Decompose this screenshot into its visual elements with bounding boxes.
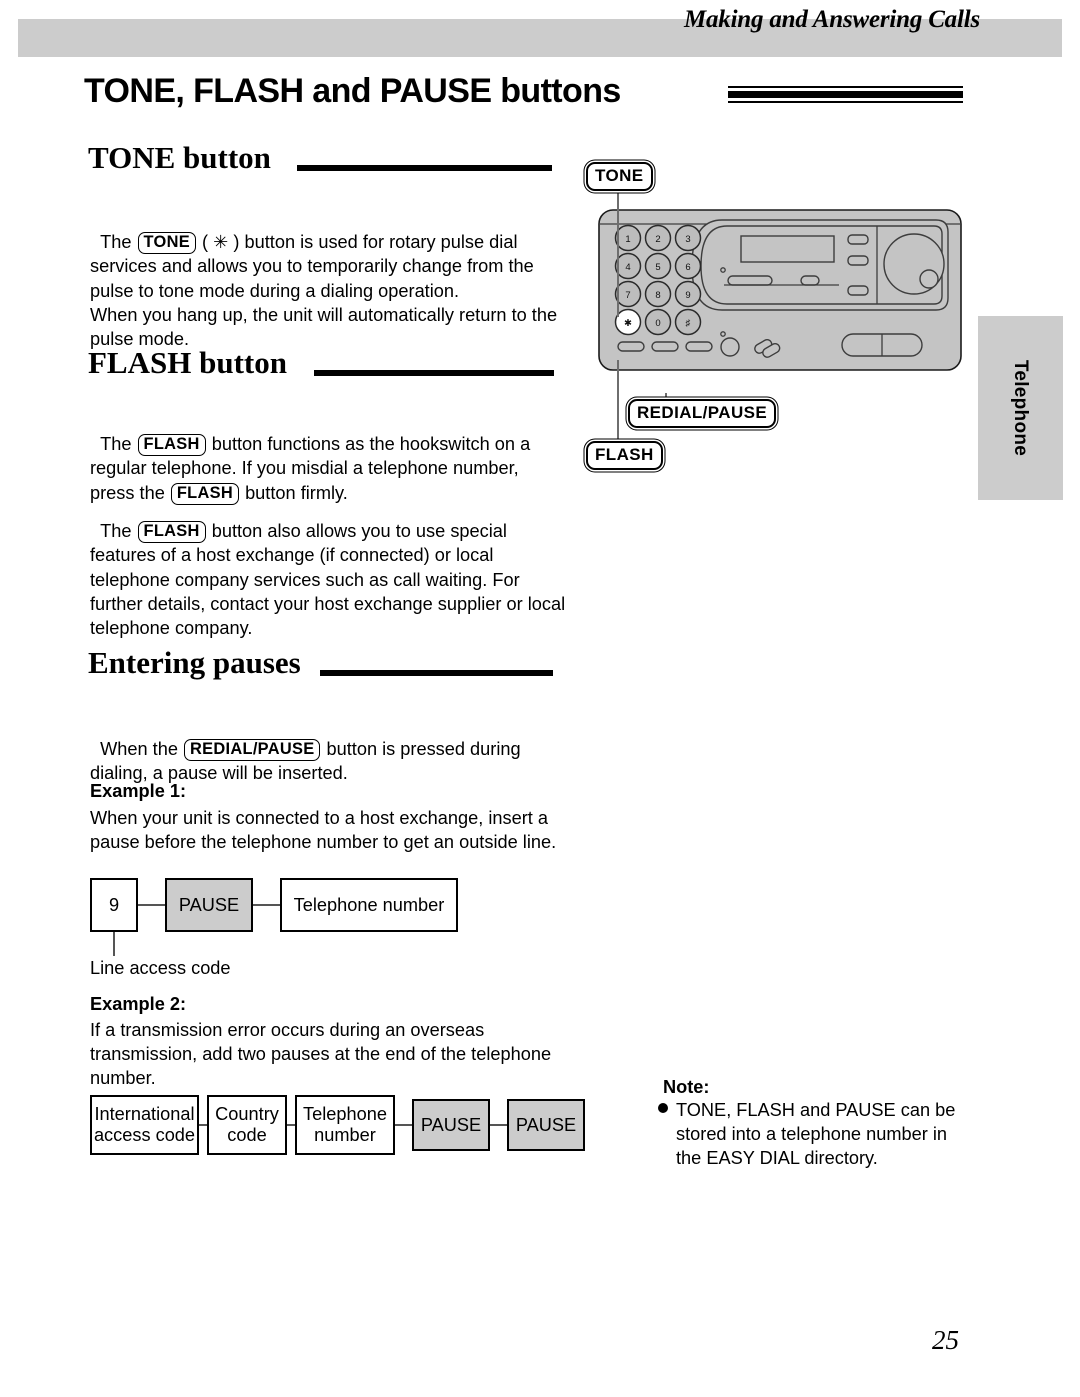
example-1-label: Example 1: xyxy=(90,781,187,801)
text-run: When the xyxy=(100,739,184,760)
svg-text:5: 5 xyxy=(655,262,660,273)
svg-text:4: 4 xyxy=(625,262,630,273)
keycap-tone: TONE xyxy=(137,232,196,255)
note-text: TONE, FLASH and PAUSE can be stored into… xyxy=(676,1100,961,1169)
paragraph-flash-2: The FLASH button also allows you to use … xyxy=(90,495,570,640)
svg-text:9: 9 xyxy=(685,290,690,301)
side-index-tab-label: Telephone xyxy=(1010,359,1032,457)
text-run: The xyxy=(100,434,137,455)
section-rule-tone xyxy=(297,165,552,171)
flow-connector xyxy=(138,904,165,906)
section-rule-flash xyxy=(314,370,554,376)
callout-flash: FLASH xyxy=(586,441,663,470)
flow-connector xyxy=(395,1124,412,1126)
flow-box: Country code xyxy=(207,1095,287,1155)
section-heading-flash: FLASH button xyxy=(88,345,287,380)
flow-box: International access code xyxy=(90,1095,199,1155)
callout-redial-pause: REDIAL/PAUSE xyxy=(628,399,777,428)
flow-connector xyxy=(490,1124,507,1126)
keycap-flash: FLASH xyxy=(137,434,206,457)
svg-text:0: 0 xyxy=(655,318,660,329)
section-rule-entering-pauses xyxy=(320,670,553,676)
svg-text:1: 1 xyxy=(625,234,630,245)
flow-box: 9 xyxy=(90,878,138,932)
svg-text:3: 3 xyxy=(685,234,690,245)
callout-leader-tone xyxy=(617,186,619,317)
page-title: TONE, FLASH and PAUSE buttons xyxy=(84,72,621,110)
fax-control-panel-illustration: .bod { fill:#c4c4c4; stroke:#1a1a1a; str… xyxy=(596,206,964,386)
section-heading-entering-pauses: Entering pauses xyxy=(88,645,301,680)
keycap-redial-pause: REDIAL/PAUSE xyxy=(184,739,321,762)
flow-box-pause: PAUSE xyxy=(412,1099,490,1151)
flow-connector xyxy=(199,1124,207,1126)
text-run: The xyxy=(100,521,137,542)
paragraph-flash-1: The FLASH button functions as the hooksw… xyxy=(90,408,560,505)
callout-tone: TONE xyxy=(586,162,653,191)
flow-connector xyxy=(253,904,280,906)
callout-leader-flash xyxy=(617,360,619,441)
paragraph-entering-pauses: When the REDIAL/PAUSE button is pressed … xyxy=(90,713,570,786)
flow-box: Telephone number xyxy=(295,1095,395,1155)
page-number: 25 xyxy=(932,1325,959,1355)
flow-box-pause: PAUSE xyxy=(165,878,253,932)
svg-text:✱: ✱ xyxy=(624,318,632,329)
flow-caption-line-access-code: Line access code xyxy=(90,958,231,978)
svg-text:2: 2 xyxy=(655,234,660,245)
text-run: The xyxy=(100,232,137,253)
svg-text:♯: ♯ xyxy=(686,318,691,329)
bullet-icon xyxy=(658,1103,668,1113)
side-index-tab: Telephone xyxy=(978,316,1063,500)
paragraph-tone: The TONE ( ✳ ) button is used for rotary… xyxy=(90,206,560,351)
flow-connector xyxy=(287,1124,295,1126)
example-1-text: When your unit is connected to a host ex… xyxy=(90,808,557,853)
section-heading-tone: TONE button xyxy=(88,140,271,175)
example-2-label: Example 2: xyxy=(90,994,187,1014)
flow-leader-line xyxy=(113,932,115,956)
svg-text:7: 7 xyxy=(625,290,630,301)
running-header-title: Making and Answering Calls xyxy=(683,6,980,33)
svg-text:6: 6 xyxy=(685,262,690,273)
page-title-rule xyxy=(728,86,963,107)
example-1-diagram: 9 PAUSE Telephone number Line access cod… xyxy=(90,878,560,978)
svg-text:8: 8 xyxy=(655,290,660,301)
flow-box-pause: PAUSE xyxy=(507,1099,585,1151)
example-2-text: If a transmission error occurs during an… xyxy=(90,1020,557,1089)
flow-box: Telephone number xyxy=(280,878,458,932)
note-label: Note: xyxy=(663,1077,710,1097)
keycap-flash: FLASH xyxy=(137,521,206,544)
example-2-diagram: International access code Country code T… xyxy=(90,1095,600,1157)
